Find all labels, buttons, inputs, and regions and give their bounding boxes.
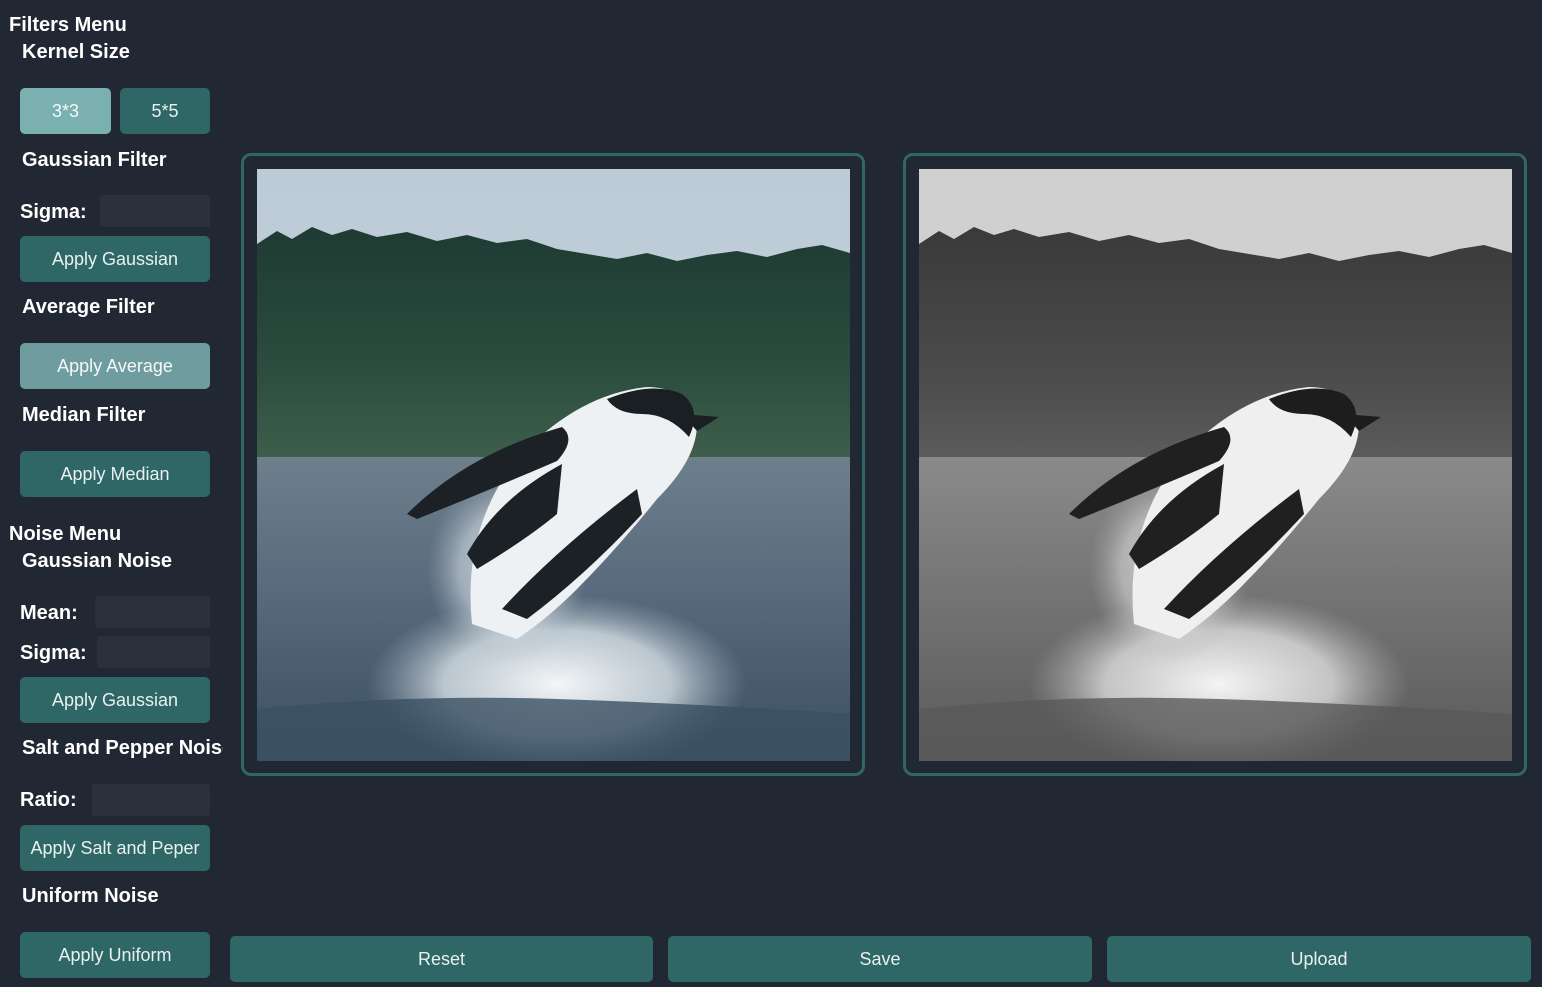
gaussian-filter-sigma-input[interactable] [100,195,210,227]
noise-menu-title: Noise Menu [9,523,122,545]
gaussian-noise-title: Gaussian Noise [22,550,173,572]
median-filter-title: Median Filter [22,404,146,426]
gaussian-filter-title: Gaussian Filter [22,149,167,171]
apply-uniform-button[interactable]: Apply Uniform [20,932,210,978]
uniform-noise-title: Uniform Noise [22,885,159,907]
apply-average-button[interactable]: Apply Average [20,343,210,389]
salt-pepper-ratio-label: Ratio: [20,789,77,811]
apply-gaussian-filter-button[interactable]: Apply Gaussian [20,236,210,282]
apply-gaussian-noise-button[interactable]: Apply Gaussian [20,677,210,723]
salt-pepper-ratio-input[interactable] [92,784,210,816]
gaussian-filter-sigma-label: Sigma: [20,201,87,223]
orca-photo-original [257,169,850,761]
original-image [257,169,850,761]
gaussian-noise-sigma-input[interactable] [97,636,210,668]
kernel-3x3-button[interactable]: 3*3 [20,88,111,134]
orca-photo-grayscale [919,169,1512,761]
processed-image [919,169,1512,761]
gaussian-noise-mean-label: Mean: [20,602,78,624]
upload-button[interactable]: Upload [1107,936,1531,982]
save-button[interactable]: Save [668,936,1092,982]
filters-menu-title: Filters Menu [9,14,127,36]
kernel-5x5-button[interactable]: 5*5 [120,88,210,134]
apply-median-button[interactable]: Apply Median [20,451,210,497]
average-filter-title: Average Filter [22,296,155,318]
gaussian-noise-mean-input[interactable] [95,596,210,628]
salt-pepper-noise-title: Salt and Pepper Noise [22,737,223,759]
kernel-size-title: Kernel Size [22,41,130,63]
reset-button[interactable]: Reset [230,936,653,982]
gaussian-noise-sigma-label: Sigma: [20,642,87,664]
apply-salt-pepper-button[interactable]: Apply Salt and Peper [20,825,210,871]
